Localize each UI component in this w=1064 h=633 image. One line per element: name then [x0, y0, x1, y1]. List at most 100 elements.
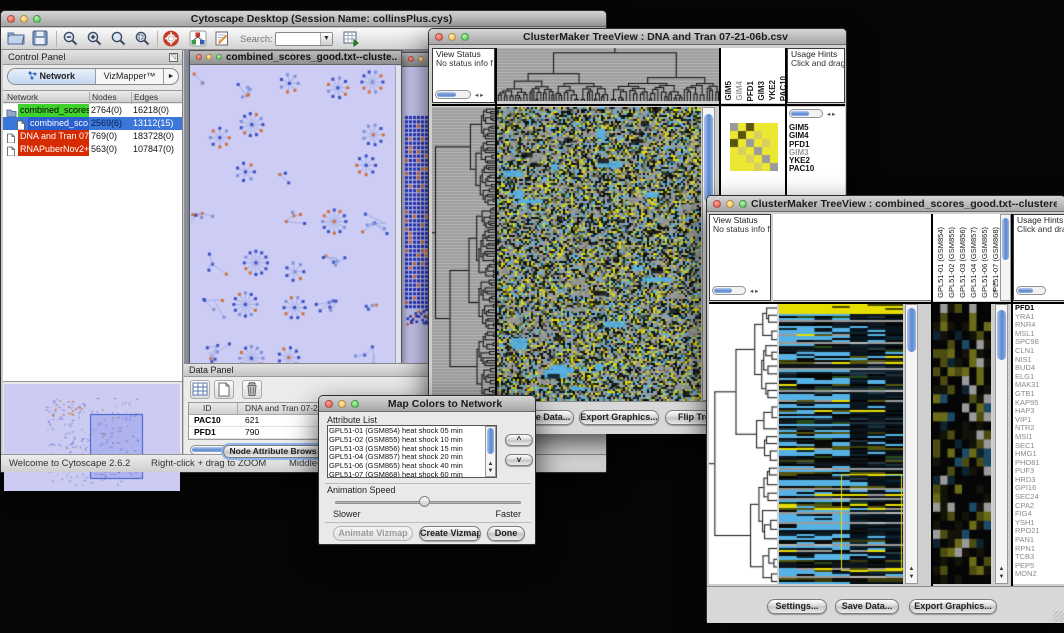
- usage-hscrollbar[interactable]: [1016, 286, 1046, 295]
- float-panel-icon[interactable]: ◹: [169, 53, 178, 62]
- treeview1-titlebar[interactable]: ClusterMaker TreeView : DNA and Tran 07-…: [429, 29, 846, 45]
- scrollbar-thumb[interactable]: [1002, 218, 1009, 260]
- zoom-window-button[interactable]: [33, 15, 41, 23]
- scroll-up-arrow[interactable]: ▲: [486, 461, 495, 468]
- network-row-dna-and-tran-07[interactable]: DNA and Tran 07769(0)183728(0): [3, 130, 182, 143]
- treeview2-titlebar[interactable]: ClusterMaker TreeView : combined_scores_…: [707, 196, 1064, 212]
- close-button[interactable]: [7, 15, 15, 23]
- annotation-icon[interactable]: [213, 30, 232, 48]
- scroll-down-arrow[interactable]: ▼: [992, 288, 997, 297]
- tab-network[interactable]: Network: [8, 69, 96, 84]
- attribute-listbox[interactable]: GPL51-01 (GSM854) heat shock 05 min GPL51…: [327, 425, 497, 478]
- row-dendrogram-canvas[interactable]: [709, 304, 777, 584]
- scrollbar-thumb[interactable]: [907, 308, 916, 352]
- dialog-titlebar[interactable]: Map Colors to Network: [319, 396, 535, 412]
- network-vscrollbar[interactable]: [395, 66, 401, 370]
- scrollbar-thumb[interactable]: [704, 114, 713, 202]
- zoom-heatmap-canvas[interactable]: [933, 304, 991, 584]
- heatmap-canvas[interactable]: [497, 107, 701, 401]
- network-titlebar[interactable]: combined_scores_good.txt--cluste...: [190, 51, 401, 65]
- column-label-gim5[interactable]: GIM5: [724, 81, 733, 101]
- network2-canvas[interactable]: [402, 68, 430, 370]
- network-row-combined-scores[interactable]: combined_scores2764(0)16218(0): [3, 104, 182, 117]
- attribute-item[interactable]: GPL51-01 (GSM854) heat shock 05 min: [329, 427, 484, 436]
- zoom-selected-button[interactable]: [134, 30, 153, 48]
- resize-grip[interactable]: [1053, 611, 1064, 622]
- scroll-down-arrow[interactable]: ▼: [486, 468, 495, 475]
- scroll-left-arrow[interactable]: ◂ ▸: [475, 91, 483, 100]
- network-row-combined-sco[interactable]: combined_sco2569(6)13112(15): [3, 117, 182, 130]
- move-up-button[interactable]: ^: [505, 434, 533, 446]
- animate-vizmap-button[interactable]: Animate Vizmap: [333, 526, 413, 541]
- minimize-button[interactable]: [338, 400, 346, 408]
- column-label-pfd1[interactable]: PFD1: [746, 81, 755, 101]
- view-status-hscrollbar[interactable]: [435, 90, 471, 99]
- view-status-hscrollbar[interactable]: [712, 286, 746, 295]
- node-attribute-browser-button[interactable]: Node Attribute Brows: [223, 445, 323, 458]
- minimize-button[interactable]: [206, 54, 212, 60]
- help-ring-icon[interactable]: [162, 30, 181, 48]
- zoom-matrix-canvas[interactable]: [730, 123, 778, 171]
- heatmap-canvas[interactable]: [779, 304, 903, 584]
- close-button[interactable]: [196, 54, 202, 60]
- zoom-vscrollbar[interactable]: ▲ ▼: [995, 304, 1008, 584]
- row-dendrogram-canvas[interactable]: [432, 107, 495, 401]
- network-row-rnapubernov2-[interactable]: RNAPuberNov2+563(0)107847(0): [3, 143, 182, 156]
- tab-overflow-arrow[interactable]: ►: [164, 69, 178, 84]
- tab-vizmapper[interactable]: VizMapper™: [96, 69, 164, 84]
- done-button[interactable]: Done: [487, 526, 525, 541]
- create-vizmap-button[interactable]: Create Vizmap: [419, 526, 481, 541]
- zoom-window-button[interactable]: [216, 54, 222, 60]
- scroll-down-arrow[interactable]: ▼: [996, 574, 1007, 581]
- chevron-down-icon[interactable]: ▼: [320, 33, 332, 45]
- export-graphics-button[interactable]: Export Graphics...: [579, 410, 659, 425]
- network2-titlebar[interactable]: [402, 53, 430, 67]
- minimize-button[interactable]: [20, 15, 28, 23]
- column-label-gim3[interactable]: GIM3: [757, 81, 766, 101]
- scroll-arrows[interactable]: ◂ ▸: [827, 110, 835, 119]
- column-label-gpl51-06[interactable]: GPL51-06 (GSM865): [980, 227, 989, 298]
- scrollbar-thumb[interactable]: [487, 428, 494, 454]
- minimize-button[interactable]: [418, 56, 424, 62]
- main-titlebar[interactable]: Cytoscape Desktop (Session Name: collins…: [1, 11, 606, 27]
- scroll-up-arrow[interactable]: ▲: [906, 566, 917, 573]
- network-canvas[interactable]: [191, 66, 396, 370]
- column-label-gpl51-03[interactable]: GPL51-03 (GSM856): [958, 227, 967, 298]
- close-button[interactable]: [435, 33, 443, 41]
- zoom-fit-button[interactable]: [110, 30, 129, 48]
- labels-hscrollbar[interactable]: [789, 109, 823, 118]
- minimize-button[interactable]: [726, 200, 734, 208]
- close-button[interactable]: [713, 200, 721, 208]
- column-label-yke2[interactable]: YKE2: [768, 80, 777, 101]
- settings-button[interactable]: Settings...: [767, 599, 827, 614]
- vizmapper-icon[interactable]: [189, 30, 208, 48]
- gene-list[interactable]: PFD1YRA1RNR4MSL1SPC98CLN1NIS1BUD4ELG1MAK…: [1013, 304, 1064, 584]
- attribute-item[interactable]: GPL51-07 (GSM868) heat shock 60 min: [329, 471, 484, 478]
- zoom-out-button[interactable]: [62, 30, 81, 48]
- heatmap-vscrollbar[interactable]: ▲ ▼: [905, 304, 918, 584]
- attribute-table-icon[interactable]: [190, 380, 210, 399]
- column-dendrogram-canvas[interactable]: [497, 48, 719, 101]
- column-label-gpl51-02[interactable]: GPL51-02 (GSM855): [947, 227, 956, 298]
- scroll-arrows[interactable]: ◂ ▸: [750, 287, 758, 296]
- scrollbar-thumb[interactable]: [997, 310, 1006, 360]
- save-data-button[interactable]: Save Data...: [835, 599, 899, 614]
- new-attribute-icon[interactable]: [214, 380, 234, 399]
- labels-vscrollbar[interactable]: [1000, 214, 1011, 301]
- save-session-button[interactable]: [31, 30, 50, 48]
- export-graphics-button[interactable]: Export Graphics...: [909, 599, 997, 614]
- animation-slider-thumb[interactable]: [419, 496, 430, 507]
- attribute-item[interactable]: GPL51-04 (GSM857) heat shock 20 min: [329, 453, 484, 462]
- zoom-window-button[interactable]: [739, 200, 747, 208]
- open-session-button[interactable]: [7, 30, 26, 48]
- scroll-up-arrow[interactable]: ▲: [996, 566, 1007, 573]
- zoom-window-button[interactable]: [461, 33, 469, 41]
- zoom-window-button[interactable]: [351, 400, 359, 408]
- row-label-pac10[interactable]: PAC10: [787, 165, 845, 173]
- delete-attribute-icon[interactable]: [242, 380, 262, 399]
- column-label-gpl51-04[interactable]: GPL51-04 (GSM857): [969, 227, 978, 298]
- birdseye-view-canvas[interactable]: [4, 384, 180, 491]
- move-down-button[interactable]: v: [505, 454, 533, 466]
- close-button[interactable]: [325, 400, 333, 408]
- close-button[interactable]: [408, 56, 414, 62]
